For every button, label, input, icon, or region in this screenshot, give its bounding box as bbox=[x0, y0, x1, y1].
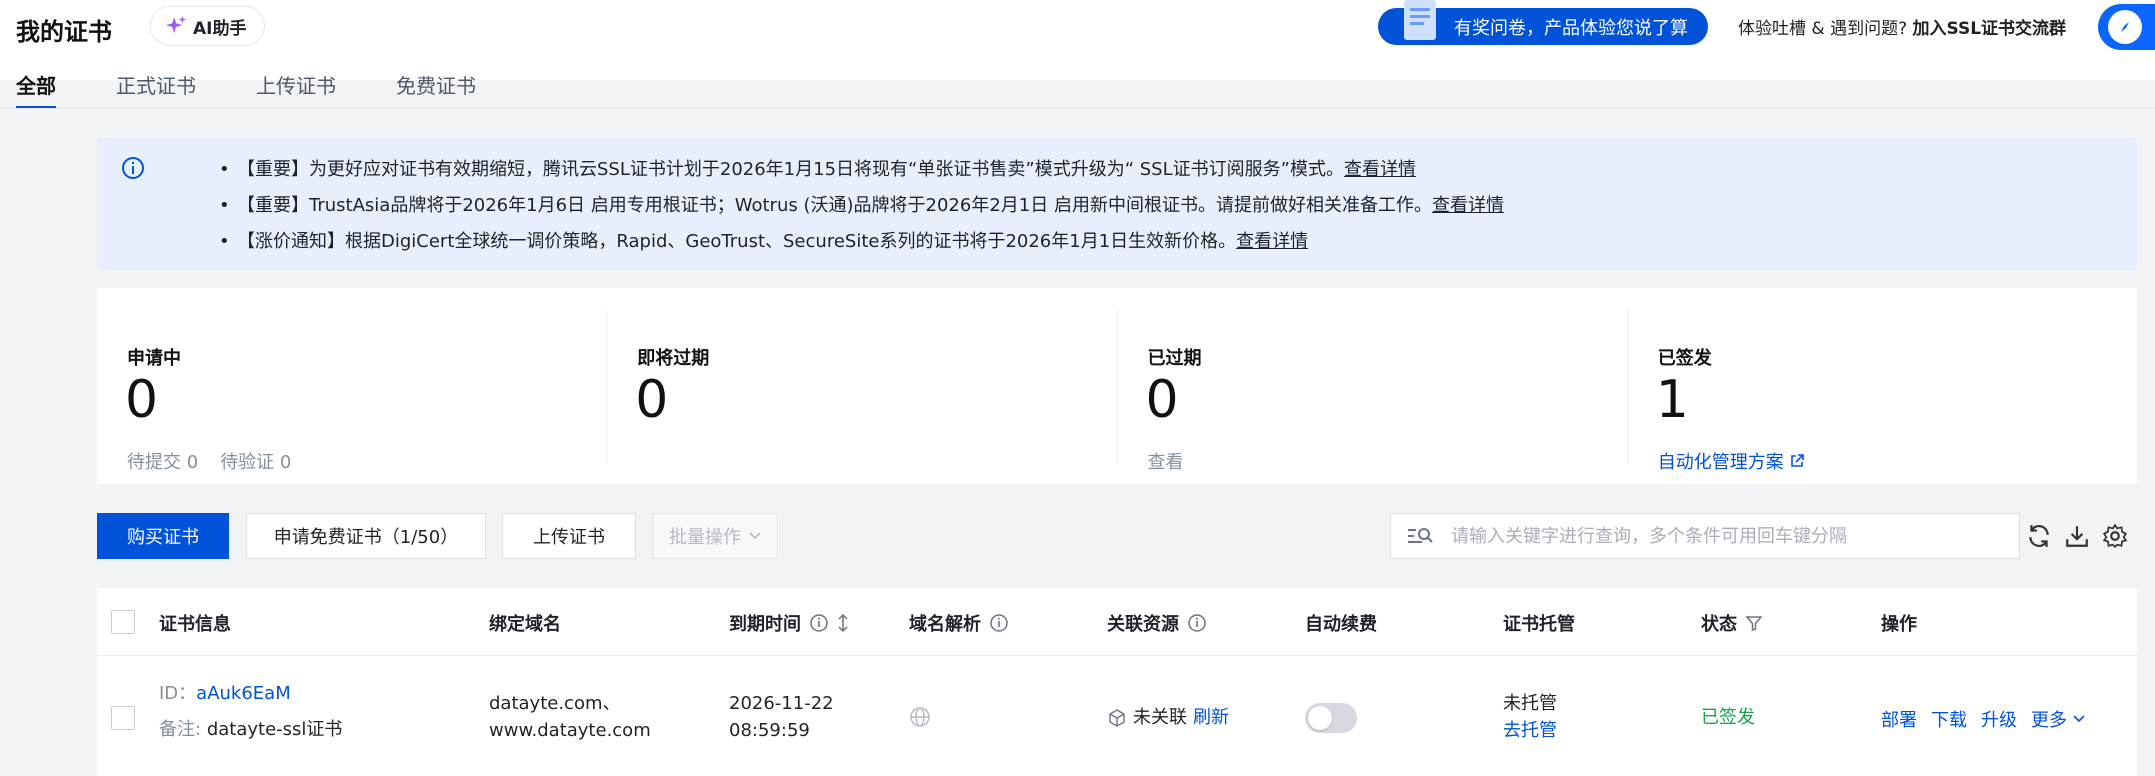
stat-value[interactable]: 0 bbox=[1146, 370, 1179, 430]
stat-value[interactable]: 0 bbox=[635, 370, 668, 430]
info-icon bbox=[122, 157, 144, 179]
buy-certificate-button[interactable]: 购买证书 bbox=[97, 513, 229, 559]
header-ops: 操作 bbox=[1881, 614, 1917, 635]
pending-submit[interactable]: 待提交 0 bbox=[127, 452, 198, 473]
feedback-text: 体验吐槽 & 遇到问题? 加入SSL证书交流群 bbox=[1738, 14, 2066, 39]
go-hosting-link[interactable]: 去托管 bbox=[1503, 717, 1557, 744]
search-input[interactable] bbox=[1451, 525, 2019, 547]
upgrade-link[interactable]: 升级 bbox=[1981, 706, 2017, 732]
survey-banner[interactable]: 有奖问卷，产品体验您说了算 bbox=[1378, 0, 1708, 45]
sparkle-icon bbox=[165, 15, 187, 34]
hosting-status: 未托管 bbox=[1503, 693, 1557, 714]
stat-label: 申请中 bbox=[127, 348, 181, 369]
cert-remark: 备注: datayte-ssl证书 bbox=[159, 719, 343, 740]
view-expired-link[interactable]: 查看 bbox=[1148, 448, 1184, 474]
info-icon[interactable] bbox=[1187, 613, 1207, 633]
table-header: 证书信息 绑定域名 到期时间 域名解析 关联资源 自动续费 证书托管 状态 操作 bbox=[97, 588, 2137, 656]
notice-item: 【重要】为更好应对证书有效期缩短，腾讯云SSL证书计划于2026年1月15日将现… bbox=[219, 152, 1504, 188]
bound-domain-1: datayte.com、 bbox=[489, 693, 621, 714]
expire-date: 2026-11-22 bbox=[729, 693, 834, 714]
stat-expired: 已过期 0 查看 bbox=[1118, 308, 1628, 473]
cube-icon bbox=[1109, 708, 1125, 727]
refresh-link[interactable]: 刷新 bbox=[1193, 704, 1229, 731]
stat-value[interactable]: 0 bbox=[125, 370, 158, 430]
stats-panel: 申请中 0 待提交 0 待验证 0 即将过期 0 已过期 0 查看 已签发 1 自… bbox=[97, 288, 2137, 484]
survey-doc-icon bbox=[1404, 0, 1436, 40]
ai-assistant-button[interactable]: AI助手 bbox=[150, 6, 266, 46]
gear-icon[interactable] bbox=[2102, 523, 2128, 549]
filter-icon[interactable] bbox=[1745, 614, 1763, 632]
join-group-link[interactable]: 加入SSL证书交流群 bbox=[1913, 19, 2067, 39]
pending-verify[interactable]: 待验证 0 bbox=[220, 452, 291, 473]
deploy-link[interactable]: 部署 bbox=[1881, 706, 1917, 732]
upload-certificate-button[interactable]: 上传证书 bbox=[502, 513, 636, 559]
header-cert-info: 证书信息 bbox=[159, 614, 231, 635]
stat-expiring: 即将过期 0 bbox=[607, 308, 1118, 464]
header-hosting: 证书托管 bbox=[1503, 614, 1575, 635]
notice-detail-link[interactable]: 查看详情 bbox=[1432, 195, 1504, 216]
expire-time: 08:59:59 bbox=[729, 720, 810, 741]
notice-list: 【重要】为更好应对证书有效期缩短，腾讯云SSL证书计划于2026年1月15日将现… bbox=[219, 152, 1504, 260]
ai-assistant-label: AI助手 bbox=[193, 18, 247, 39]
automation-link[interactable]: 自动化管理方案 bbox=[1658, 448, 1804, 474]
notice-item: 【涨价通知】根据DigiCert全球统一调价策略，Rapid、GeoTrust、… bbox=[219, 224, 1504, 260]
refresh-icon[interactable] bbox=[2026, 523, 2052, 549]
bound-domain-2: www.datayte.com bbox=[489, 720, 651, 741]
tab-uploaded[interactable]: 上传证书 bbox=[256, 70, 336, 109]
sort-icon[interactable] bbox=[837, 613, 849, 633]
header-resource: 关联资源 bbox=[1107, 610, 1207, 636]
download-icon[interactable] bbox=[2064, 523, 2090, 549]
cert-id: ID：aAuk6EaM bbox=[159, 683, 291, 704]
tab-bar: 全部 正式证书 上传证书 免费证书 bbox=[16, 70, 536, 109]
info-icon[interactable] bbox=[989, 613, 1009, 633]
header-dns: 域名解析 bbox=[909, 610, 1009, 636]
header-auto-renew: 自动续费 bbox=[1305, 614, 1377, 635]
stat-sub: 待提交 0 待验证 0 bbox=[127, 448, 313, 474]
select-all-checkbox[interactable] bbox=[111, 610, 135, 634]
globe-icon[interactable] bbox=[909, 706, 931, 728]
info-icon[interactable] bbox=[809, 613, 829, 633]
compass-icon bbox=[2121, 22, 2129, 32]
certificate-table: 证书信息 绑定域名 到期时间 域名解析 关联资源 自动续费 证书托管 状态 操作… bbox=[97, 588, 2137, 776]
tab-formal[interactable]: 正式证书 bbox=[116, 70, 196, 109]
download-link[interactable]: 下载 bbox=[1931, 706, 1967, 732]
tab-divider bbox=[0, 108, 2155, 109]
notice-item: 【重要】TrustAsia品牌将于2026年1月6日 启用专用根证书；Wotru… bbox=[219, 188, 1504, 224]
more-dropdown[interactable]: 更多 bbox=[2031, 706, 2085, 732]
search-filter-icon bbox=[1408, 528, 1433, 543]
stat-value[interactable]: 1 bbox=[1656, 370, 1689, 430]
tab-free[interactable]: 免费证书 bbox=[396, 70, 476, 109]
resource-cell: 未关联 刷新 bbox=[1107, 704, 1229, 731]
header-expire[interactable]: 到期时间 bbox=[729, 610, 849, 636]
auto-renew-toggle[interactable] bbox=[1305, 703, 1357, 733]
tab-all[interactable]: 全部 bbox=[16, 70, 56, 109]
apply-free-certificate-button[interactable]: 申请免费证书（1/50） bbox=[246, 513, 486, 559]
status-badge: 已签发 bbox=[1701, 707, 1755, 728]
stat-label: 已签发 bbox=[1657, 348, 1712, 369]
resource-status: 未关联 bbox=[1133, 707, 1187, 728]
feedback-prefix: 体验吐槽 & 遇到问题? bbox=[1738, 19, 1908, 39]
page-title: 我的证书 bbox=[16, 18, 112, 46]
row-checkbox[interactable] bbox=[111, 706, 135, 730]
survey-text: 有奖问卷，产品体验您说了算 bbox=[1454, 17, 1688, 39]
stat-applying: 申请中 0 待提交 0 待验证 0 bbox=[97, 308, 608, 473]
notice-detail-link[interactable]: 查看详情 bbox=[1344, 159, 1416, 180]
header-status: 状态 bbox=[1701, 610, 1763, 636]
notice-detail-link[interactable]: 查看详情 bbox=[1236, 231, 1308, 252]
chevron-down-icon bbox=[2073, 715, 2085, 723]
search-box bbox=[1390, 513, 2020, 559]
stat-label: 即将过期 bbox=[637, 348, 710, 369]
help-float-button[interactable] bbox=[2098, 4, 2155, 50]
external-link-icon bbox=[1790, 454, 1804, 467]
cert-id-link[interactable]: aAuk6EaM bbox=[196, 683, 291, 704]
batch-operation-button[interactable]: 批量操作 bbox=[652, 513, 778, 559]
header-domain: 绑定域名 bbox=[489, 614, 561, 635]
stat-label: 已过期 bbox=[1147, 348, 1202, 369]
stat-issued: 已签发 1 自动化管理方案 bbox=[1628, 308, 2137, 473]
top-bar: 我的证书 AI助手 有奖问卷，产品体验您说了算 体验吐槽 & 遇到问题? 加入S… bbox=[0, 0, 2155, 109]
chevron-down-icon bbox=[749, 532, 761, 540]
notice-panel: 【重要】为更好应对证书有效期缩短，腾讯云SSL证书计划于2026年1月15日将现… bbox=[97, 138, 2137, 270]
row-operations: 部署 下载 升级 更多 bbox=[1881, 706, 2085, 732]
